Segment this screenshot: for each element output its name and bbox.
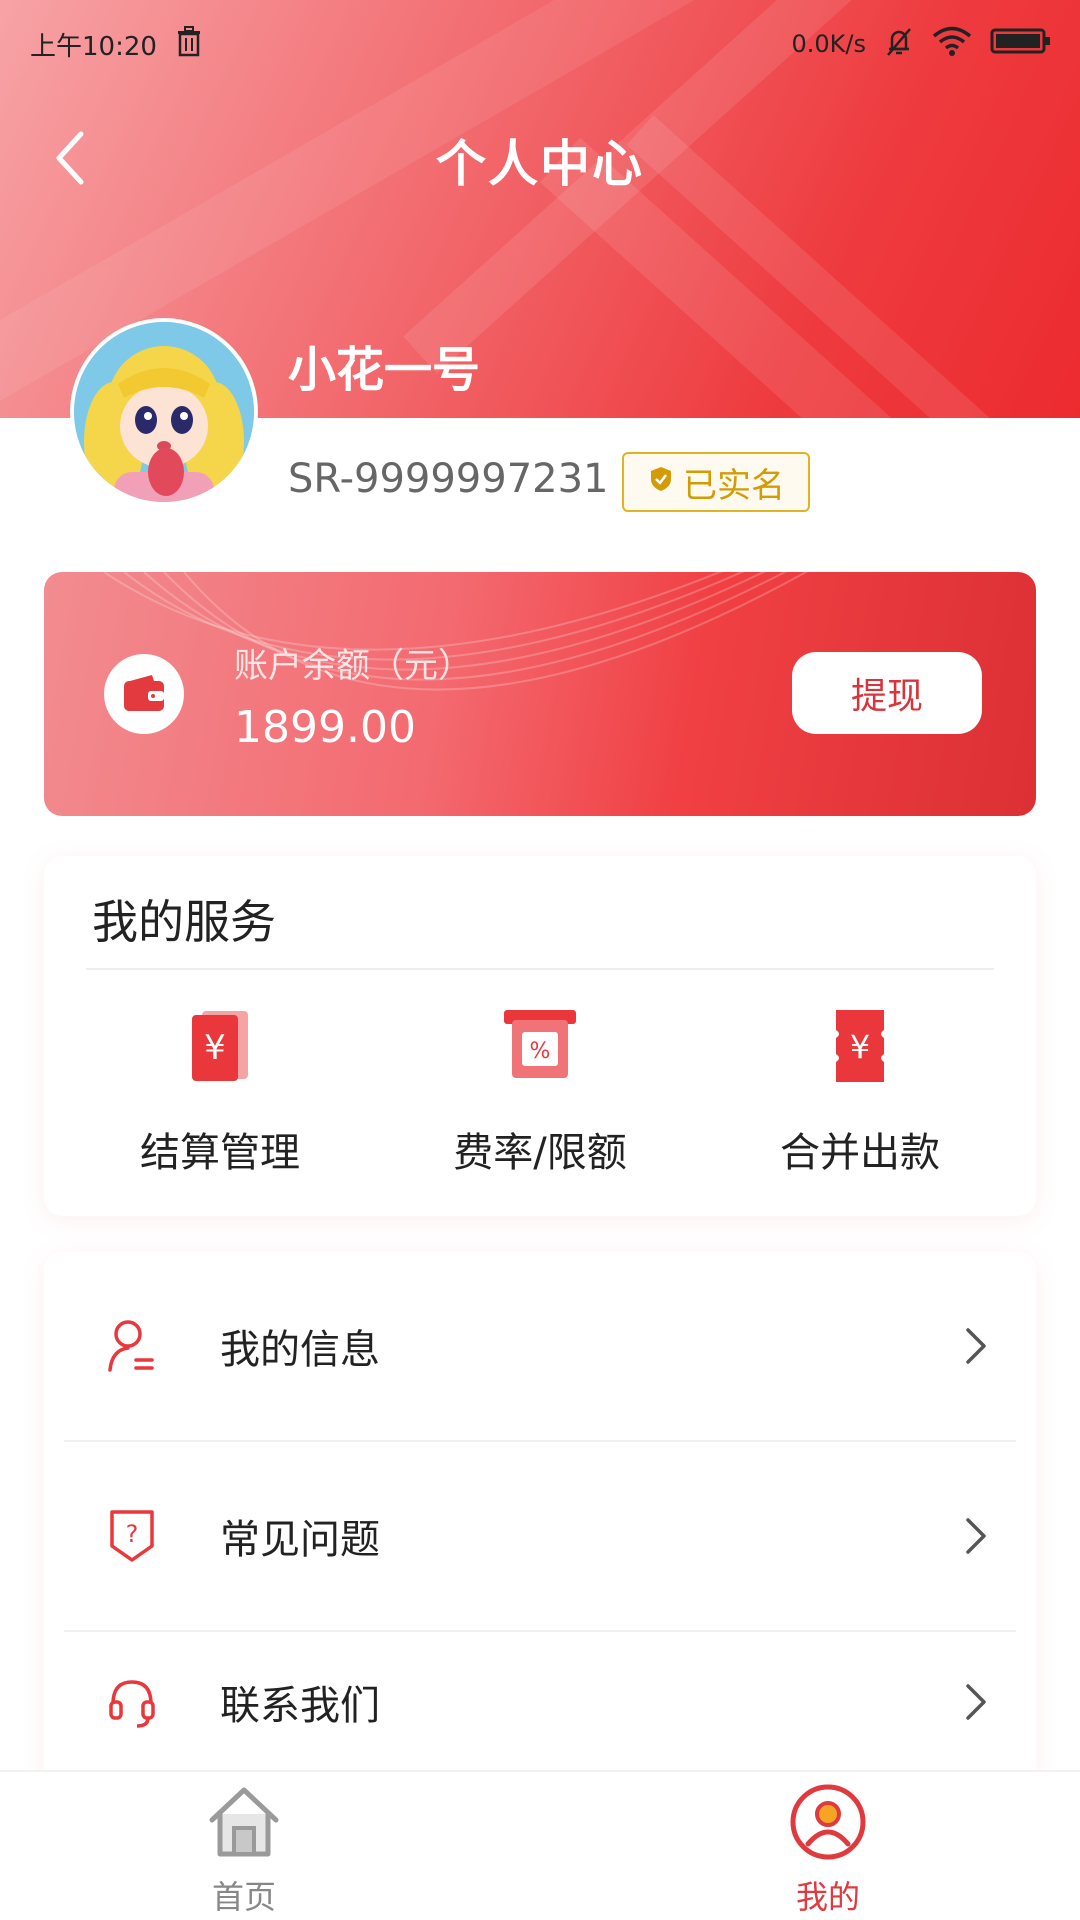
divider — [86, 968, 994, 970]
percent-icon: % — [500, 1006, 580, 1086]
menu-label: 常见问题 — [220, 1517, 380, 1563]
trash-icon — [175, 25, 203, 64]
tab-label: 首页 — [211, 1878, 276, 1916]
chevron-left-icon — [53, 130, 87, 190]
tab-home[interactable]: 首页 — [144, 1782, 344, 1920]
headset-icon — [104, 1674, 160, 1730]
svg-text:¥: ¥ — [850, 1028, 870, 1066]
service-label: 结算管理 — [140, 1130, 300, 1176]
verified-badge: 已实名 — [622, 452, 810, 512]
yuan-bill-icon: ¥ — [180, 1006, 260, 1086]
network-speed: 0.0K/s — [791, 30, 867, 58]
svg-text:%: % — [530, 1039, 551, 1064]
tab-mine[interactable]: 我的 — [728, 1782, 928, 1920]
avatar[interactable] — [70, 318, 258, 506]
service-label: 费率/限额 — [453, 1130, 627, 1176]
username: 小花一号 — [288, 342, 481, 398]
yuan-ticket-icon: ¥ — [820, 1006, 900, 1086]
services-card: 我的服务 ¥ 结算管理 % 费率/限额 ¥ 合并出款 — [44, 856, 1036, 1216]
home-icon — [204, 1782, 284, 1866]
services-title: 我的服务 — [92, 895, 276, 949]
battery-icon — [990, 27, 1052, 62]
service-merge-payout[interactable]: ¥ 合并出款 — [710, 1006, 1010, 1186]
service-settlement[interactable]: ¥ 结算管理 — [70, 1006, 370, 1186]
bell-off-icon — [884, 25, 914, 64]
wallet-icon — [104, 654, 184, 734]
tab-label: 我的 — [795, 1878, 860, 1916]
page-title: 个人中心 — [436, 135, 644, 193]
user-circle-icon — [788, 1782, 868, 1866]
balance-card: 账户余额（元） 1899.00 提现 — [44, 572, 1036, 816]
verified-shield-icon — [647, 462, 675, 502]
chevron-right-icon — [956, 1326, 996, 1366]
chevron-right-icon — [956, 1516, 996, 1556]
balance-value: 1899.00 — [234, 702, 416, 753]
back-button[interactable] — [40, 130, 100, 190]
tab-bar: 首页 我的 — [0, 1770, 1080, 1920]
withdraw-button[interactable]: 提现 — [792, 652, 982, 734]
service-label: 合并出款 — [780, 1130, 940, 1176]
balance-label: 账户余额（元） — [234, 646, 472, 686]
menu-item-faq[interactable]: ? 常见问题 — [64, 1442, 1016, 1630]
user-info-icon — [104, 1318, 160, 1374]
verified-label: 已实名 — [683, 465, 785, 506]
question-shield-icon: ? — [104, 1508, 160, 1564]
chevron-right-icon — [956, 1682, 996, 1722]
wifi-icon — [932, 25, 972, 64]
status-bar: 上午10:20 0.0K/s — [0, 0, 1080, 88]
menu-label: 联系我们 — [220, 1683, 380, 1729]
status-time: 上午10:20 — [30, 31, 157, 62]
menu-item-contact[interactable]: 联系我们 — [64, 1632, 1016, 1772]
svg-text:¥: ¥ — [204, 1028, 226, 1068]
service-rate-limit[interactable]: % 费率/限额 — [390, 1006, 690, 1186]
menu-item-my-info[interactable]: 我的信息 — [64, 1252, 1016, 1440]
user-id: SR-9999997231 — [288, 456, 609, 502]
nav-bar: 个人中心 — [0, 110, 1080, 210]
svg-text:?: ? — [126, 1520, 139, 1548]
menu-label: 我的信息 — [220, 1327, 380, 1373]
menu-card: 我的信息 ? 常见问题 联系我们 — [44, 1252, 1036, 1792]
